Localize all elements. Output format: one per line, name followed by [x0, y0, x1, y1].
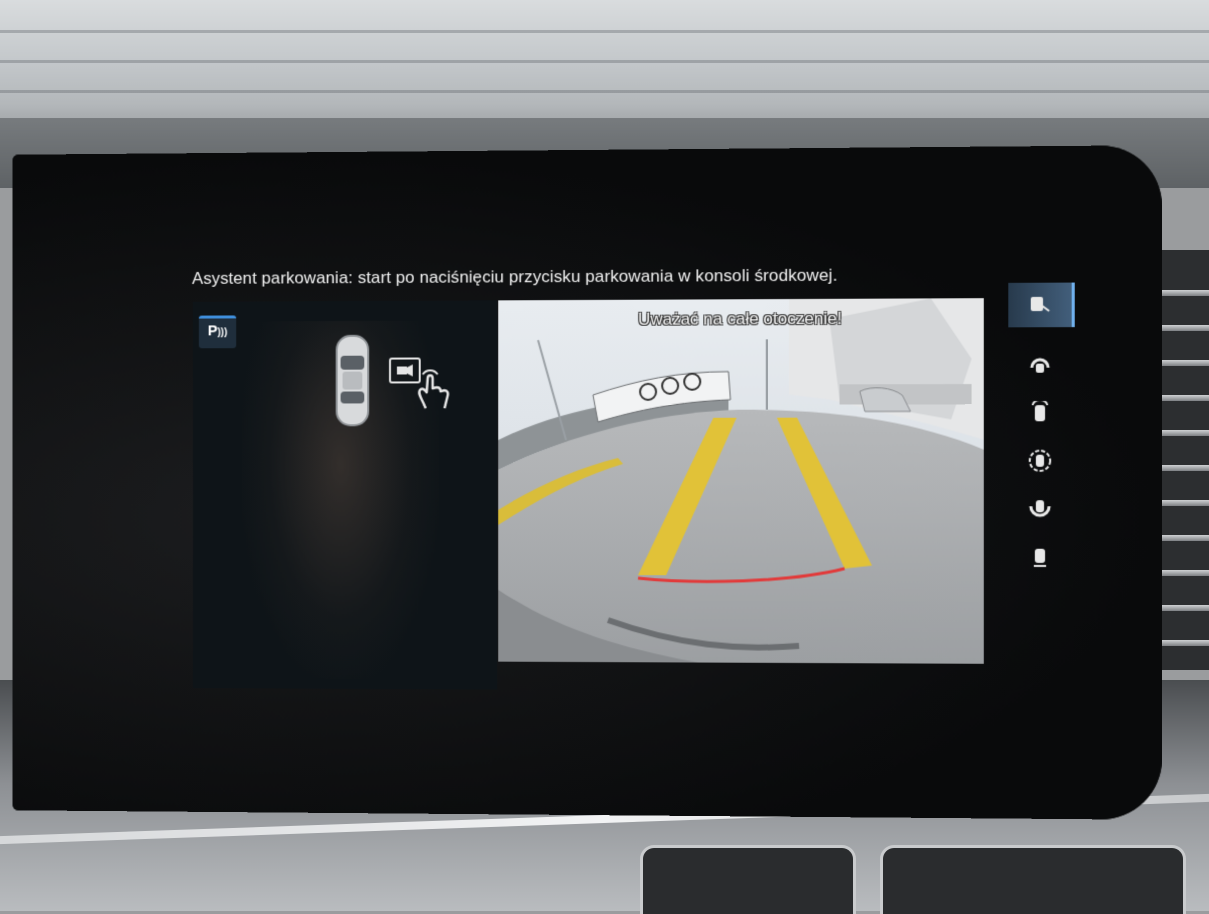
front-view-button[interactable] — [1008, 341, 1071, 386]
infotainment-screen: Asystent parkowania: start po naciśnięci… — [12, 145, 1162, 820]
lower-vent-right — [880, 845, 1186, 914]
camera-view-toolbar — [1008, 283, 1071, 587]
camera-tap-icon[interactable] — [388, 356, 457, 412]
rear-camera-feed: Uważać na całe otoczenie! — [498, 298, 984, 664]
parking-overview-panel: P))) — [193, 300, 497, 689]
trailer-view-icon — [1031, 547, 1049, 569]
rear-view-icon — [1030, 401, 1050, 423]
surround-view-icon — [1028, 449, 1053, 473]
camera-warning-text: Uważać na całe otoczenie! — [498, 308, 984, 330]
parking-assist-banner: Asystent parkowania: start po naciśnięci… — [192, 266, 837, 289]
parking-badge-label: P — [208, 322, 218, 339]
rear-camera-view-icon — [1029, 295, 1051, 315]
rear-camera-view-button[interactable] — [1008, 283, 1074, 328]
camera-scene — [498, 298, 984, 664]
display-bezel: Asystent parkowania: start po naciśnięci… — [12, 145, 1162, 820]
front-view-icon — [1028, 353, 1053, 373]
trailer-view-button[interactable] — [1008, 536, 1071, 581]
rear-view-button[interactable] — [1008, 390, 1071, 435]
parking-sensor-icon[interactable]: P))) — [199, 315, 236, 348]
surround-view-button[interactable] — [1008, 438, 1071, 483]
car-top-view-icon — [334, 334, 372, 429]
lower-vent-left — [640, 845, 856, 914]
side-view-button[interactable] — [1008, 487, 1071, 532]
side-view-icon — [1028, 498, 1053, 520]
